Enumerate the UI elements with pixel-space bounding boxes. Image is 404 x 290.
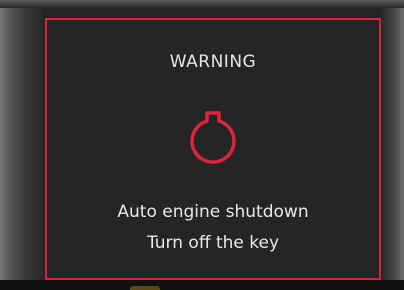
warning-message-line-1: Auto engine shutdown <box>117 202 309 222</box>
engine-shutdown-icon <box>188 110 238 170</box>
display-bezel-right <box>382 0 404 290</box>
display-bezel-left <box>0 0 42 290</box>
warning-title: WARNING <box>169 52 257 72</box>
warning-message-line-2: Turn off the key <box>146 233 280 253</box>
display-bezel-bottom <box>0 280 404 290</box>
indicator-glow <box>130 286 160 290</box>
display-bezel-top <box>0 0 404 8</box>
